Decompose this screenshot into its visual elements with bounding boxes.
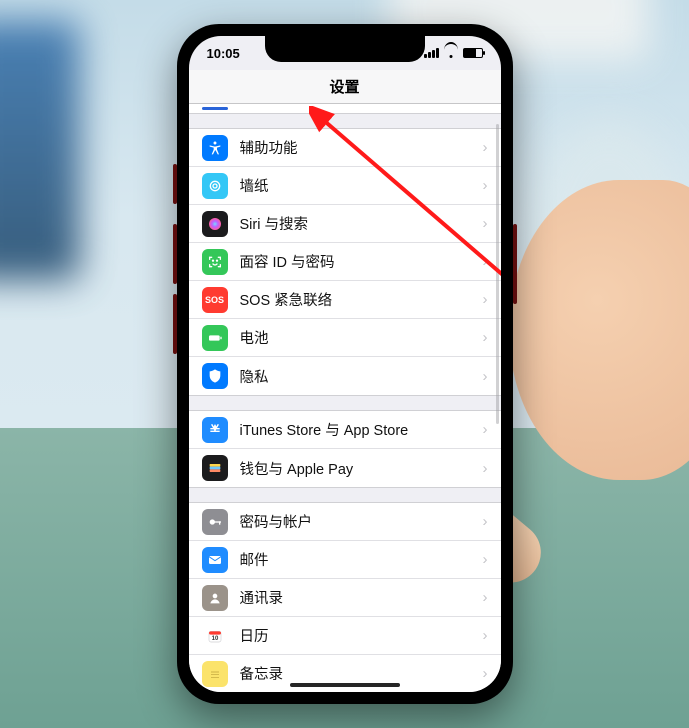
calendar-icon: 10	[202, 623, 228, 649]
chevron-right-icon: ›	[483, 139, 488, 156]
chevron-right-icon: ›	[483, 421, 488, 438]
row-calendar[interactable]: 10 日历 ›	[189, 617, 501, 655]
siri-icon	[202, 211, 228, 237]
row-label: 面容 ID 与密码	[240, 251, 471, 272]
row-label: 电池	[240, 327, 471, 348]
row-label: Siri 与搜索	[240, 213, 471, 234]
row-mail[interactable]: 邮件 ›	[189, 541, 501, 579]
battery-icon	[463, 48, 483, 58]
chevron-right-icon: ›	[483, 665, 488, 682]
row-label: 邮件	[240, 549, 471, 570]
contacts-icon	[202, 585, 228, 611]
chevron-right-icon: ›	[483, 551, 488, 568]
row-faceid-passcode[interactable]: 面容 ID 与密码 ›	[189, 243, 501, 281]
battery-icon	[202, 325, 228, 351]
row-label: 辅助功能	[240, 137, 471, 158]
nav-bar: 设置	[189, 70, 501, 104]
row-label: 墙纸	[240, 175, 471, 196]
notes-icon	[202, 661, 228, 687]
privacy-icon	[202, 363, 228, 389]
row-itunes-appstore[interactable]: iTunes Store 与 App Store ›	[189, 411, 501, 449]
row-wallet-applepay[interactable]: 钱包与 Apple Pay ›	[189, 449, 501, 487]
accessibility-icon	[202, 135, 228, 161]
row-label: SOS 紧急联络	[240, 289, 471, 310]
phone-frame: 10:05 设置 辅助功能›墙纸›Siri 与搜索›面容 ID 与密码›SOSS…	[177, 24, 513, 704]
chevron-right-icon: ›	[483, 460, 488, 477]
chevron-right-icon: ›	[483, 177, 488, 194]
cell-signal-icon	[424, 48, 439, 58]
settings-list[interactable]: 辅助功能›墙纸›Siri 与搜索›面容 ID 与密码›SOSSOS 紧急联络›电…	[189, 104, 501, 692]
row-label: 隐私	[240, 366, 471, 387]
chevron-right-icon: ›	[483, 589, 488, 606]
row-wallpaper[interactable]: 墙纸 ›	[189, 167, 501, 205]
row-label: 钱包与 Apple Pay	[240, 458, 471, 479]
home-indicator[interactable]	[290, 683, 400, 687]
wifi-icon	[444, 46, 458, 60]
row-siri-search[interactable]: Siri 与搜索 ›	[189, 205, 501, 243]
row-label: iTunes Store 与 App Store	[240, 419, 471, 440]
row-accessibility[interactable]: 辅助功能 ›	[189, 129, 501, 167]
sos-icon: SOS	[202, 287, 228, 313]
row-battery[interactable]: 电池 ›	[189, 319, 501, 357]
mail-icon	[202, 547, 228, 573]
wallpaper-icon	[202, 173, 228, 199]
notch	[265, 36, 425, 62]
chevron-right-icon: ›	[483, 627, 488, 644]
chevron-right-icon: ›	[483, 291, 488, 308]
row-emergency-sos[interactable]: SOS SOS 紧急联络 ›	[189, 281, 501, 319]
row-privacy[interactable]: 隐私 ›	[189, 357, 501, 395]
row-label: 日历	[240, 625, 471, 646]
chevron-right-icon: ›	[483, 513, 488, 530]
status-time: 10:05	[207, 46, 240, 61]
svg-text:10: 10	[211, 636, 218, 642]
row-passwords-accounts[interactable]: 密码与帐户 ›	[189, 503, 501, 541]
chevron-right-icon: ›	[483, 329, 488, 346]
row-label: 通讯录	[240, 587, 471, 608]
key-icon	[202, 509, 228, 535]
row-cut-previous[interactable]	[189, 104, 501, 114]
row-contacts[interactable]: 通讯录 ›	[189, 579, 501, 617]
chevron-right-icon: ›	[483, 368, 488, 385]
scroll-indicator[interactable]	[496, 124, 499, 424]
wallet-icon	[202, 455, 228, 481]
screen: 10:05 设置 辅助功能›墙纸›Siri 与搜索›面容 ID 与密码›SOSS…	[189, 36, 501, 692]
appstore-icon	[202, 417, 228, 443]
row-label: 备忘录	[240, 663, 471, 684]
faceid-icon	[202, 249, 228, 275]
chevron-right-icon: ›	[483, 215, 488, 232]
row-label: 密码与帐户	[240, 511, 471, 532]
page-title: 设置	[329, 76, 359, 97]
chevron-right-icon: ›	[483, 253, 488, 270]
